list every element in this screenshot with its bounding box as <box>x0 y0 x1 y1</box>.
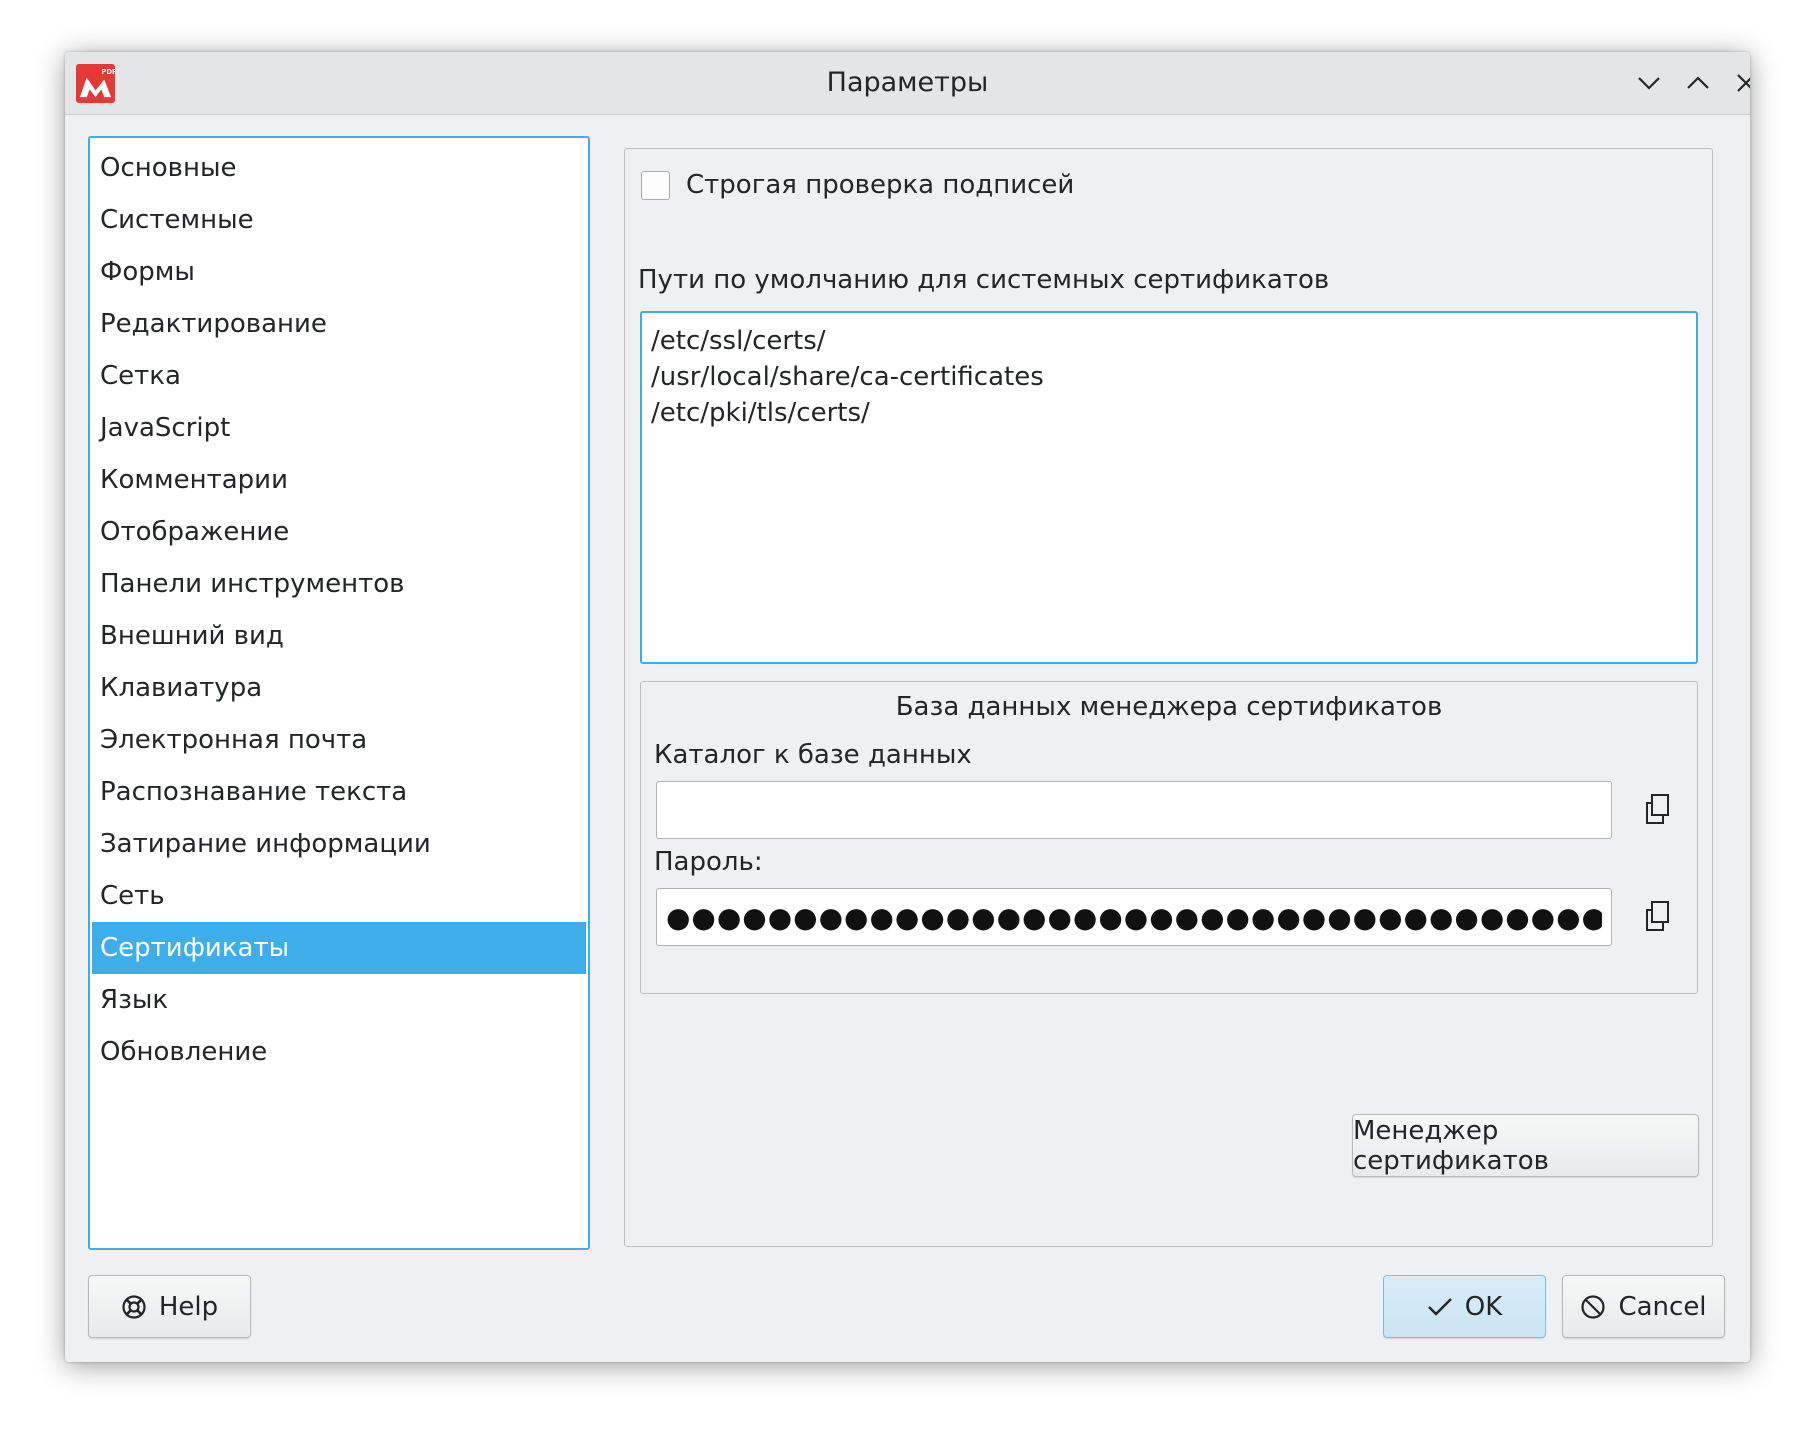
cancel-icon <box>1581 1294 1606 1319</box>
password-label: Пароль: <box>654 847 763 877</box>
close-button[interactable] <box>1729 66 1750 100</box>
sidebar-item[interactable]: Затирание информации <box>92 818 586 870</box>
help-label: Help <box>158 1291 219 1322</box>
password-input[interactable]: ●●●●●●●●●●●●●●●●●●●●●●●●●●●●●●●●●●●●● <box>656 888 1612 946</box>
chevron-down-icon <box>1638 77 1660 90</box>
sidebar-item[interactable]: JavaScript <box>92 402 586 454</box>
sidebar-item[interactable]: Клавиатура <box>92 662 586 714</box>
db-dir-input[interactable] <box>656 781 1612 839</box>
copy-icon[interactable] <box>1643 793 1673 827</box>
strict-signature-label[interactable]: Строгая проверка подписей <box>686 170 1074 200</box>
cert-manager-button[interactable]: Менеджер сертификатов <box>1352 1114 1699 1177</box>
copy-icon[interactable] <box>1643 900 1673 934</box>
sidebar-item[interactable]: Распознавание текста <box>92 766 586 818</box>
sidebar-item[interactable]: Внешний вид <box>92 610 586 662</box>
maximize-button[interactable] <box>1681 66 1715 100</box>
help-lifebuoy-icon <box>122 1294 146 1319</box>
checkmark-icon <box>1427 1297 1452 1316</box>
default-paths-label: Пути по умолчанию для системных сертифик… <box>638 265 1330 295</box>
sidebar-item[interactable]: Панели инструментов <box>92 558 586 610</box>
ok-button[interactable]: OK <box>1383 1275 1546 1338</box>
db-dir-label: Каталог к базе данных <box>654 740 972 770</box>
sidebar-item[interactable]: Электронная почта <box>92 714 586 766</box>
settings-category-list[interactable]: Основные Системные Формы Редактирование Сетк… <box>88 136 590 1250</box>
sidebar-item[interactable]: Редактирование <box>92 298 586 350</box>
cert-manager-db-group: База данных менеджера сертификатов Катал… <box>640 681 1698 994</box>
preferences-dialog: PDF Параметры ОсновныеСистемныеФормыРеда… <box>65 52 1750 1362</box>
sidebar-item[interactable]: Системные <box>92 194 586 246</box>
strict-signature-check-row[interactable]: Строгая проверка подписей <box>641 167 1074 203</box>
sidebar-item[interactable]: Основные <box>92 142 586 194</box>
chevron-up-icon <box>1687 76 1709 89</box>
default-paths-textarea[interactable]: /etc/ssl/certs/ /usr/local/share/ca-cert… <box>640 311 1698 664</box>
minimize-button[interactable] <box>1632 66 1666 100</box>
path-line: /etc/ssl/certs/ <box>651 326 826 356</box>
ok-label: OK <box>1464 1291 1503 1322</box>
sidebar-item[interactable]: Обновление <box>92 1026 586 1078</box>
cert-manager-button-label: Менеджер сертификатов <box>1353 1115 1549 1176</box>
window-title: Параметры <box>826 67 989 98</box>
path-line: /etc/pki/tls/certs/ <box>651 398 870 428</box>
strict-signature-checkbox[interactable] <box>641 170 670 200</box>
group-title: База данных менеджера сертификатов <box>895 692 1443 722</box>
cancel-button[interactable]: Cancel <box>1562 1275 1725 1338</box>
title-bar: PDF Параметры <box>65 52 1750 115</box>
sidebar-item[interactable]: Комментарии <box>92 454 586 506</box>
sidebar-item[interactable]: Сетка <box>92 350 586 402</box>
sidebar-item[interactable]: Отображение <box>92 506 586 558</box>
certificates-panel: Строгая проверка подписей Пути по умолча… <box>624 148 1713 1247</box>
password-mask: ●●●●●●●●●●●●●●●●●●●●●●●●●●●●●●●●●●●●● <box>666 900 1602 934</box>
sidebar-item[interactable]: Сеть <box>92 870 586 922</box>
sidebar-item[interactable]: Формы <box>92 246 586 298</box>
path-line: /usr/local/share/ca-certificates <box>651 362 1044 392</box>
sidebar-item[interactable]: Сертификаты <box>92 922 586 974</box>
close-icon <box>1737 74 1750 92</box>
help-button[interactable]: Help <box>88 1275 251 1338</box>
cancel-label: Cancel <box>1618 1291 1707 1322</box>
sidebar-item[interactable]: Язык <box>92 974 586 1026</box>
